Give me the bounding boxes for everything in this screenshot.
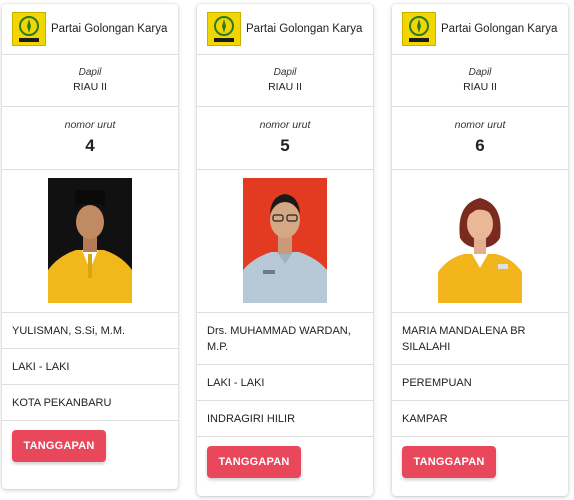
dapil-label: Dapil [468,67,492,78]
nomor-value: 5 [280,136,290,155]
candidate-name: MARIA MANDALENA BR SILALAHI [392,313,568,365]
photo-section [392,170,568,313]
party-name: Partai Golongan Karya [51,23,168,35]
candidate-card-1: Partai Golongan Karya Dapil RIAU II nomo… [2,4,178,489]
candidate-card-2: Partai Golongan Karya Dapil RIAU II nomo… [197,4,373,496]
golkar-logo-icon [12,12,46,46]
dapil-label: Dapil [78,67,102,78]
candidate-photo [438,178,522,303]
candidate-name: YULISMAN, S.Si, M.M. [2,313,178,349]
nomor-value: 6 [475,136,485,155]
dapil-value: RIAU II [268,81,302,93]
party-header: Partai Golongan Karya [2,4,178,55]
nomor-label: nomor urut [259,119,311,131]
dapil-label: Dapil [273,67,297,78]
golkar-logo-icon [207,12,241,46]
nomor-label: nomor urut [64,119,116,131]
tanggapan-button[interactable]: TANGGAPAN [207,446,301,478]
button-section: TANGGAPAN [197,437,373,487]
tanggapan-button[interactable]: TANGGAPAN [402,446,496,478]
photo-section [2,170,178,313]
candidate-gender: LAKI - LAKI [2,349,178,385]
candidate-region: KOTA PEKANBARU [2,385,178,421]
party-header: Partai Golongan Karya [392,4,568,55]
photo-section [197,170,373,313]
dapil-value: RIAU II [73,81,107,93]
nomor-section: nomor urut 5 [197,107,373,170]
candidate-card-3: Partai Golongan Karya Dapil RIAU II nomo… [392,4,568,496]
button-section: TANGGAPAN [392,437,568,487]
nomor-label: nomor urut [454,119,506,131]
golkar-logo-icon [402,12,436,46]
nomor-section: nomor urut 6 [392,107,568,170]
candidate-photo [243,178,327,303]
dapil-section: Dapil RIAU II [2,55,178,107]
tanggapan-button[interactable]: TANGGAPAN [12,430,106,462]
nomor-value: 4 [85,136,95,155]
candidate-gender: PEREMPUAN [392,365,568,401]
candidate-name: Drs. MUHAMMAD WARDAN, M.P. [197,313,373,365]
candidate-gender: LAKI - LAKI [197,365,373,401]
party-name: Partai Golongan Karya [246,23,363,35]
candidate-region: INDRAGIRI HILIR [197,401,373,437]
button-section: TANGGAPAN [2,421,178,471]
dapil-section: Dapil RIAU II [392,55,568,107]
nomor-section: nomor urut 4 [2,107,178,170]
dapil-value: RIAU II [463,81,497,93]
party-name: Partai Golongan Karya [441,23,558,35]
candidate-photo [48,178,132,303]
candidate-region: KAMPAR [392,401,568,437]
party-header: Partai Golongan Karya [197,4,373,55]
dapil-section: Dapil RIAU II [197,55,373,107]
